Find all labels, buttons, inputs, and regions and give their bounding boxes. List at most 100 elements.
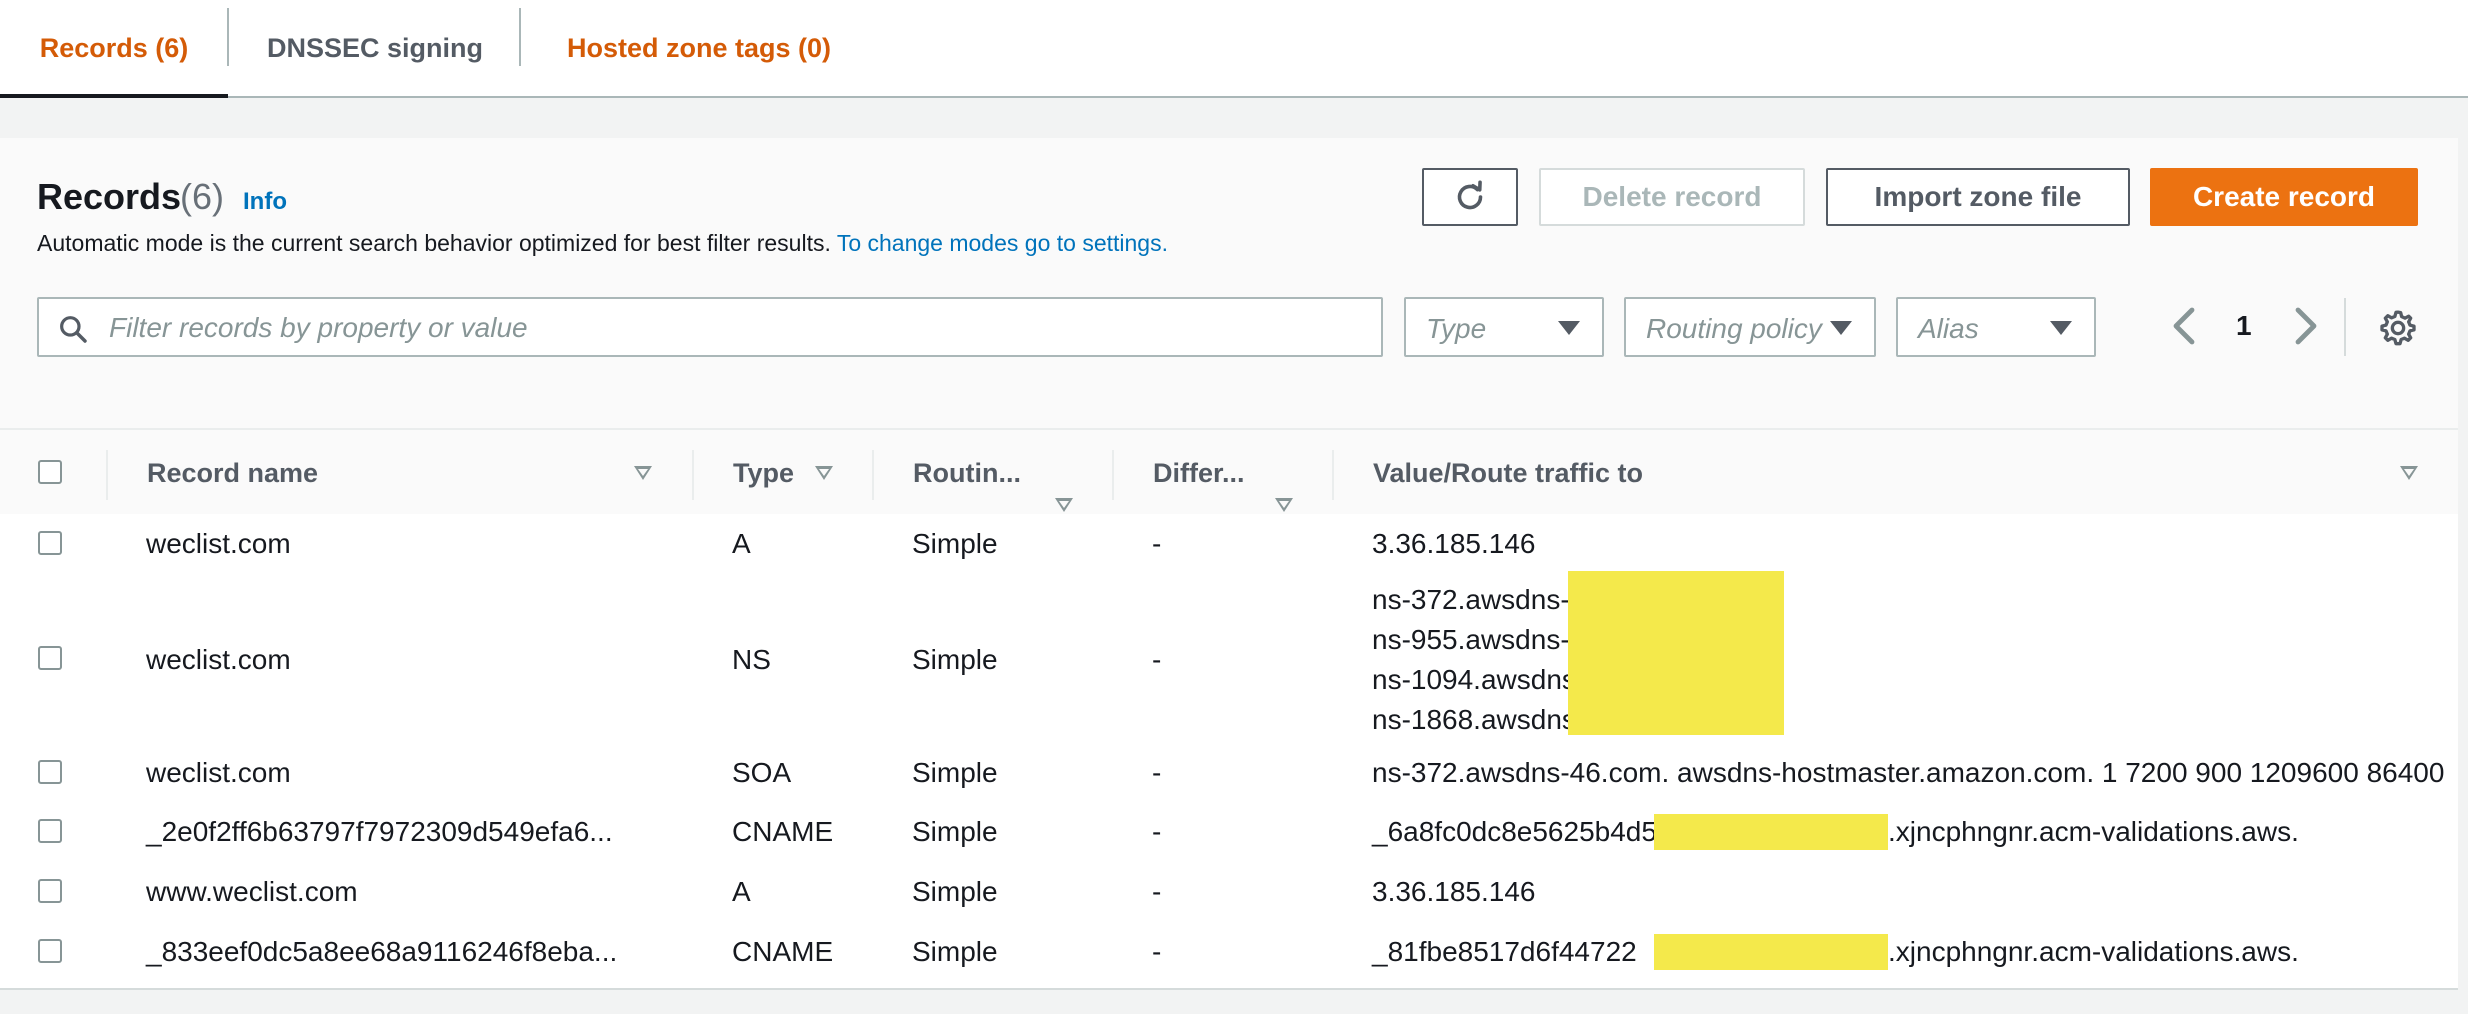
description-text: Automatic mode is the current search beh… — [37, 230, 837, 256]
record-name: weclist.com — [146, 528, 291, 559]
record-value: ns-372.awsdns- — [1372, 584, 1570, 615]
alias-filter-select[interactable]: Alias — [1896, 297, 2096, 357]
record-type: A — [732, 528, 751, 559]
record-type: SOA — [732, 757, 792, 788]
record-differentiator: - — [1152, 936, 1162, 967]
redaction-box — [1654, 934, 1888, 970]
record-differentiator: - — [1152, 757, 1162, 788]
filter-records-field[interactable] — [37, 297, 1383, 357]
tab-hosted-zone-tags[interactable]: Hosted zone tags (0) — [522, 0, 876, 96]
table-row[interactable]: weclist.com A Simple - 3.36.185.146 — [0, 514, 2458, 576]
column-header-differentiator[interactable]: Differ... — [1153, 458, 1245, 489]
record-type: CNAME — [732, 936, 834, 967]
record-value-suffix: .xjncphngnr.acm-validations.aws. — [1888, 816, 2299, 847]
record-value: 3.36.185.146 — [1372, 528, 1536, 559]
record-differentiator: - — [1152, 528, 1162, 559]
current-page-number[interactable]: 1 — [2236, 310, 2252, 342]
pager-divider — [2344, 298, 2346, 356]
import-zone-file-button[interactable]: Import zone file — [1826, 168, 2130, 226]
row-checkbox[interactable] — [38, 819, 62, 843]
settings-link[interactable]: To change modes go to settings. — [837, 230, 1168, 256]
records-table: Record name Type Routin... Differ... Val… — [0, 428, 2458, 990]
redaction-box — [1568, 571, 1784, 735]
table-bottom-border — [0, 988, 2458, 990]
sort-icon[interactable] — [1275, 498, 1293, 512]
record-value: ns-955.awsdns- — [1372, 624, 1570, 655]
record-routing: Simple — [912, 876, 998, 907]
sort-icon[interactable] — [815, 466, 833, 480]
row-checkbox[interactable] — [38, 646, 62, 670]
delete-record-button[interactable]: Delete record — [1539, 168, 1805, 226]
tab-divider — [519, 8, 521, 66]
record-value: _6a8fc0dc8e5625b4d5 — [1372, 816, 1657, 847]
record-type: A — [732, 876, 751, 907]
refresh-button[interactable] — [1422, 168, 1518, 226]
routing-policy-filter-label: Routing policy — [1646, 313, 1822, 344]
row-checkbox[interactable] — [38, 531, 62, 555]
info-link[interactable]: Info — [243, 188, 287, 216]
sort-icon[interactable] — [2400, 466, 2418, 480]
record-value: ns-1868.awsdns — [1372, 704, 1576, 735]
records-count: (6) — [180, 176, 224, 217]
routing-policy-filter-select[interactable]: Routing policy — [1624, 297, 1876, 357]
record-name: weclist.com — [146, 757, 291, 788]
alias-filter-label: Alias — [1918, 313, 1979, 344]
record-value-suffix: .xjncphngnr.acm-validations.aws. — [1888, 936, 2299, 967]
chevron-left-icon[interactable] — [2170, 306, 2200, 346]
row-checkbox[interactable] — [38, 760, 62, 784]
column-divider — [106, 450, 108, 500]
column-divider — [1332, 450, 1334, 500]
column-header-type[interactable]: Type — [733, 458, 794, 489]
row-checkbox[interactable] — [38, 879, 62, 903]
sort-icon[interactable] — [634, 466, 652, 480]
create-record-button[interactable]: Create record — [2150, 168, 2418, 226]
column-header-value[interactable]: Value/Route traffic to — [1373, 458, 1643, 489]
caret-down-icon — [1558, 321, 1580, 335]
record-routing: Simple — [912, 936, 998, 967]
search-icon — [60, 316, 87, 343]
record-routing: Simple — [912, 644, 998, 675]
column-divider — [692, 450, 694, 500]
type-filter-select[interactable]: Type — [1404, 297, 1604, 357]
record-value: ns-372.awsdns-46.com. awsdns-hostmaster.… — [1372, 757, 2445, 788]
table-row[interactable]: _833eef0dc5a8ee68a9116246f8eba... CNAME … — [0, 922, 2458, 982]
type-filter-label: Type — [1426, 313, 1487, 344]
table-row[interactable]: weclist.com NS Simple - ns-372.awsdns- n… — [0, 571, 2458, 746]
record-type: CNAME — [732, 816, 834, 847]
tab-dnssec-signing[interactable]: DNSSEC signing — [228, 0, 522, 96]
record-routing: Simple — [912, 816, 998, 847]
record-differentiator: - — [1152, 876, 1162, 907]
search-input[interactable] — [107, 307, 1361, 349]
select-all-checkbox[interactable] — [38, 460, 62, 484]
caret-down-icon — [1830, 321, 1852, 335]
record-value: _81fbe8517d6f44722 — [1372, 936, 1637, 967]
search-mode-description: Automatic mode is the current search beh… — [37, 230, 1168, 257]
tab-records[interactable]: Records (6) — [0, 0, 228, 98]
tab-bar: Records (6) DNSSEC signing Hosted zone t… — [0, 0, 2468, 98]
gear-icon[interactable] — [2378, 308, 2418, 348]
record-routing: Simple — [912, 757, 998, 788]
caret-down-icon — [2050, 321, 2072, 335]
sort-icon[interactable] — [1055, 498, 1073, 512]
column-header-routing-policy[interactable]: Routin... — [913, 458, 1021, 489]
record-type: NS — [732, 644, 771, 675]
chevron-right-icon[interactable] — [2290, 306, 2320, 346]
record-value: 3.36.185.146 — [1372, 876, 1536, 907]
record-name: www.weclist.com — [146, 876, 358, 907]
table-row[interactable]: weclist.com SOA Simple - ns-372.awsdns-4… — [0, 744, 2458, 804]
table-header: Record name Type Routin... Differ... Val… — [0, 428, 2458, 518]
record-value: ns-1094.awsdns — [1372, 664, 1576, 695]
record-differentiator: - — [1152, 644, 1162, 675]
column-header-record-name[interactable]: Record name — [147, 458, 318, 489]
table-row[interactable]: www.weclist.com A Simple - 3.36.185.146 — [0, 862, 2458, 924]
record-name[interactable]: _833eef0dc5a8ee68a9116246f8eba... — [146, 936, 617, 968]
refresh-icon — [1457, 180, 1483, 210]
column-divider — [872, 450, 874, 500]
row-checkbox[interactable] — [38, 939, 62, 963]
column-divider — [1112, 450, 1114, 500]
page-title: Records — [37, 176, 182, 217]
table-row[interactable]: _2e0f2ff6b63797f7972309d549efa6... CNAME… — [0, 802, 2458, 864]
redaction-box — [1654, 814, 1888, 850]
record-name[interactable]: _2e0f2ff6b63797f7972309d549efa6... — [146, 816, 613, 848]
record-routing: Simple — [912, 528, 998, 559]
